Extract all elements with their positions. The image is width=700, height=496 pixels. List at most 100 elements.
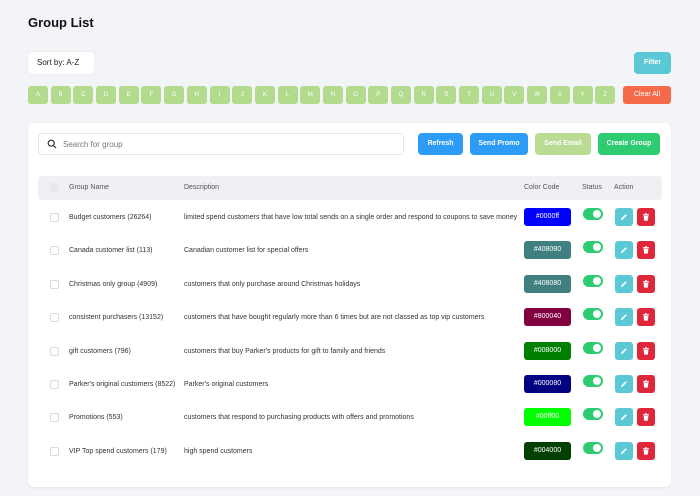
header-action: Action [614, 184, 634, 191]
alpha-filter-t[interactable]: T [459, 86, 480, 104]
color-code-badge: #800040 [524, 308, 571, 327]
alpha-filter-n[interactable]: N [322, 86, 343, 104]
edit-button[interactable] [615, 441, 633, 460]
alpha-filter-h[interactable]: H [186, 86, 207, 104]
edit-button[interactable] [615, 274, 633, 293]
group-name[interactable]: Budget customers (26264) [69, 201, 152, 234]
color-code-badge: #004000 [524, 441, 571, 460]
status-toggle[interactable] [583, 241, 603, 254]
edit-button[interactable] [615, 408, 633, 427]
delete-button[interactable] [637, 341, 655, 360]
status-toggle[interactable] [583, 274, 603, 287]
row-checkbox[interactable] [50, 413, 59, 423]
alpha-filter-s[interactable]: S [436, 86, 457, 104]
color-code-badge: #408080 [524, 241, 571, 260]
group-name[interactable]: Christmas only group (4909) [69, 268, 157, 301]
status-toggle[interactable] [583, 308, 603, 321]
table-row: VIP Top spend customers (179) high spend … [38, 435, 662, 468]
group-name[interactable]: Promotions (553) [69, 401, 123, 434]
group-name[interactable]: Parker's original customers (8522) [69, 368, 175, 401]
alpha-filter-e[interactable]: E [118, 86, 139, 104]
group-name[interactable]: gift customers (796) [69, 335, 131, 368]
filter-button[interactable]: Filter [634, 52, 671, 74]
pencil-icon [621, 447, 627, 454]
table-row: Christmas only group (4909) customers tha… [38, 268, 662, 301]
color-code-badge: #000080 [524, 375, 571, 393]
group-description: high spend customers [184, 447, 253, 455]
send-email-button[interactable]: Send Email [535, 133, 591, 155]
group-description: customers that only purchase around Chri… [184, 280, 361, 288]
alpha-filter-c[interactable]: C [73, 86, 94, 104]
row-checkbox[interactable] [50, 346, 59, 356]
alpha-filter-d[interactable]: D [96, 86, 117, 104]
alpha-filter-l[interactable]: L [277, 86, 298, 104]
color-code-badge: #0000ff [524, 208, 571, 226]
alpha-filter-k[interactable]: K [254, 86, 275, 104]
alpha-filter-o[interactable]: O [345, 86, 366, 104]
alpha-filter-z[interactable]: Z [595, 86, 616, 104]
alpha-filter-j[interactable]: J [232, 86, 253, 104]
alpha-filter-p[interactable]: P [368, 86, 389, 104]
status-toggle[interactable] [583, 441, 603, 454]
delete-button[interactable] [637, 441, 655, 460]
clear-all-button[interactable]: Clear All [623, 86, 671, 104]
row-checkbox[interactable] [50, 279, 59, 289]
alpha-filter-x[interactable]: X [549, 86, 570, 104]
trash-icon [643, 280, 649, 288]
alpha-filter-f[interactable]: F [141, 86, 162, 104]
alpha-filter-y[interactable]: Y [572, 86, 593, 104]
row-checkbox[interactable] [50, 213, 59, 222]
color-code-badge: #408080 [524, 274, 571, 293]
alpha-filter-i[interactable]: I [209, 86, 230, 104]
edit-button[interactable] [615, 375, 633, 393]
refresh-button[interactable]: Refresh [418, 133, 463, 155]
alpha-filter-u[interactable]: U [481, 86, 502, 104]
delete-button[interactable] [637, 308, 655, 327]
alpha-filter-b[interactable]: B [50, 86, 71, 104]
delete-button[interactable] [637, 408, 655, 427]
alpha-filter-g[interactable]: G [164, 86, 185, 104]
row-checkbox[interactable] [50, 446, 59, 456]
row-checkbox[interactable] [50, 380, 59, 389]
alpha-filter-m[interactable]: M [300, 86, 321, 104]
edit-button[interactable] [615, 208, 633, 226]
select-all-checkbox[interactable] [50, 183, 59, 192]
search-input[interactable] [63, 134, 393, 154]
trash-icon [643, 413, 649, 421]
status-toggle[interactable] [583, 375, 603, 387]
row-checkbox[interactable] [50, 313, 59, 323]
delete-button[interactable] [637, 274, 655, 293]
delete-button[interactable] [637, 208, 655, 226]
trash-icon [643, 447, 649, 455]
table-row: consistent purchasers (13152) customers t… [38, 301, 662, 334]
alpha-filter-a[interactable]: A [28, 86, 48, 104]
color-code-badge: #00ff00 [524, 408, 571, 427]
edit-button[interactable] [615, 241, 633, 260]
group-description: customers that respond to purchasing pro… [184, 414, 414, 422]
row-checkbox[interactable] [50, 246, 59, 256]
sort-dropdown[interactable]: Sort by: A-Z [28, 52, 94, 74]
delete-button[interactable] [637, 375, 655, 393]
alpha-filter-v[interactable]: V [504, 86, 525, 104]
edit-button[interactable] [615, 341, 633, 360]
status-toggle[interactable] [583, 341, 603, 354]
alpha-filter-q[interactable]: Q [391, 86, 411, 104]
send-promo-button[interactable]: Send Promo [470, 133, 528, 155]
group-description: Parker's original customers [184, 381, 269, 388]
status-toggle[interactable] [583, 408, 603, 421]
header-status: Status [582, 184, 602, 191]
alpha-filter-w[interactable]: W [527, 86, 548, 104]
alpha-filter-r[interactable]: R [413, 86, 434, 104]
edit-button[interactable] [615, 308, 633, 327]
group-name[interactable]: consistent purchasers (13152) [69, 301, 163, 334]
table-header: Group Name Description Color Code Status… [38, 176, 662, 200]
pencil-icon [621, 347, 627, 354]
table-row: Parker's original customers (8522) Parker… [38, 368, 662, 401]
group-name[interactable]: VIP Top spend customers (179) [69, 435, 167, 468]
create-group-button[interactable]: Create Group [598, 133, 660, 155]
trash-icon [643, 313, 649, 321]
group-name[interactable]: Canada customer list (113) [69, 234, 153, 267]
status-toggle[interactable] [583, 208, 603, 220]
pencil-icon [621, 381, 627, 387]
delete-button[interactable] [637, 241, 655, 260]
